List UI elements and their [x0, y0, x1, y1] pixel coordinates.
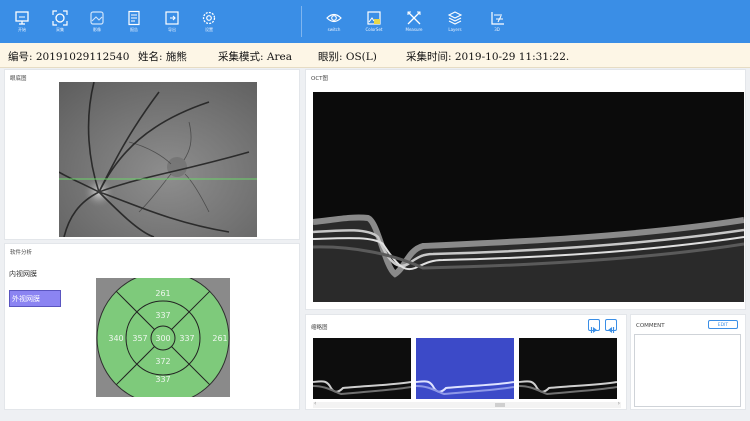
patient-info-bar: 编号: 20191029112540 姓名: 施熊 采集模式: Area 眼别:…: [0, 43, 750, 68]
image-button-label: 影像: [93, 27, 101, 32]
image-icon: [90, 11, 104, 25]
monitor-icon: [15, 11, 29, 25]
analysis-panel-title: 软件分析: [10, 250, 33, 256]
thumbnail-1-graphic: [313, 338, 411, 399]
report-button-label: 报告: [130, 27, 138, 32]
patient-id: 编号: 20191029112540: [8, 51, 130, 63]
settings-button-label: 设置: [205, 27, 213, 32]
capture-button-label: 采集: [56, 27, 64, 32]
oct-panel-title: OCT图: [311, 76, 329, 82]
start-button-label: 开始: [18, 27, 26, 32]
thumbnail-1[interactable]: [313, 338, 411, 399]
thumbnail-panel-title: 缩略图: [311, 325, 328, 331]
3d-icon: [491, 12, 504, 25]
patient-name: 姓名: 施熊: [138, 51, 187, 63]
3d-button-label: 3D: [494, 27, 500, 32]
eye-icon: [326, 13, 342, 23]
etdrs-outer-left-value: 340: [108, 334, 123, 343]
thumbnail-3[interactable]: [519, 338, 617, 399]
capture-time: 采集时间: 2019-10-29 11:31:22.: [406, 51, 570, 63]
scroll-left-icon[interactable]: ‹: [314, 400, 316, 407]
oct-panel: OCT图: [305, 69, 746, 310]
thumbnail-scrollbar[interactable]: ‹ ›: [313, 400, 621, 408]
scrollbar-thumb[interactable]: [495, 403, 505, 407]
switch-button-label: switch: [327, 27, 341, 32]
export-button[interactable]: 导出: [154, 4, 190, 40]
edit-comment-button[interactable]: EDIT: [708, 320, 738, 329]
switch-button[interactable]: switch: [316, 4, 352, 40]
thumbnail-2-graphic: [416, 338, 514, 399]
comment-panel: COMMENT EDIT: [630, 314, 746, 410]
oct-bscan-image[interactable]: [313, 92, 744, 302]
settings-button[interactable]: 设置: [191, 4, 227, 40]
fundus-panel-title: 眼底图: [10, 76, 27, 82]
etdrs-inner-bottom-value: 372: [155, 357, 170, 366]
etdrs-outer-right-value: 261: [212, 334, 227, 343]
export-button-label: 导出: [168, 27, 176, 32]
start-button[interactable]: 开始: [4, 4, 40, 40]
layers-button[interactable]: Layers: [437, 4, 473, 40]
report-button[interactable]: 报告: [116, 4, 152, 40]
etdrs-inner-top-value: 337: [155, 311, 170, 320]
layers-button-label: Layers: [448, 27, 462, 32]
image-button[interactable]: 影像: [79, 4, 115, 40]
toolbar-divider: [301, 6, 302, 37]
color-set-icon: [367, 11, 381, 25]
etdrs-map-graphic: 300 337 357 337 372 261 340 261 337: [96, 271, 230, 405]
eye-side: 眼别: OS(L): [318, 51, 377, 63]
layers-icon: [447, 11, 463, 25]
play-previous-icon: [608, 327, 615, 333]
comment-panel-title: COMMENT: [636, 323, 665, 329]
capture-button[interactable]: 采集: [42, 4, 78, 40]
main-toolbar: 开始 采集 影像 报告 导出 设置 switch ColorSet Measur…: [0, 0, 750, 43]
export-icon: [165, 11, 179, 25]
gear-icon: [202, 11, 216, 25]
etdrs-outer-top-value: 261: [155, 289, 170, 298]
previous-frame-button[interactable]: [605, 319, 617, 333]
thumbnail-2-selected[interactable]: [416, 338, 514, 399]
fundus-panel: 眼底图: [4, 69, 300, 240]
etdrs-inner-left-value: 357: [132, 334, 147, 343]
3d-button[interactable]: 3D: [479, 4, 515, 40]
thumbnail-3-graphic: [519, 338, 617, 399]
etdrs-outer-bottom-value: 337: [155, 375, 170, 384]
measure-button-label: Measure: [405, 27, 423, 32]
play-next-icon: [590, 327, 597, 333]
etdrs-map[interactable]: 300 337 357 337 372 261 340 261 337: [96, 271, 230, 405]
outer-retina-option[interactable]: 外视网膜: [9, 290, 61, 307]
measure-button[interactable]: Measure: [396, 4, 432, 40]
next-frame-button[interactable]: [588, 319, 600, 333]
analysis-panel: 软件分析 内视网膜 外视网膜 300 337 357 337 372 261 3…: [4, 243, 300, 410]
color-set-button-label: ColorSet: [365, 27, 383, 32]
color-set-button[interactable]: ColorSet: [356, 4, 392, 40]
comment-text-area[interactable]: [634, 334, 741, 407]
etdrs-center-value: 300: [155, 334, 170, 343]
inner-retina-option[interactable]: 内视网膜: [9, 269, 37, 279]
thumbnail-panel: 缩略图 ‹ ›: [305, 314, 627, 410]
capture-mode: 采集模式: Area: [218, 51, 292, 63]
fundus-image-graphic: [59, 82, 257, 237]
oct-bscan-graphic: [313, 92, 744, 302]
scroll-right-icon[interactable]: ›: [618, 400, 620, 407]
etdrs-inner-right-value: 337: [179, 334, 194, 343]
measure-icon: [407, 11, 421, 25]
capture-icon: [52, 10, 68, 26]
fundus-image[interactable]: [59, 82, 257, 237]
report-icon: [128, 10, 140, 26]
